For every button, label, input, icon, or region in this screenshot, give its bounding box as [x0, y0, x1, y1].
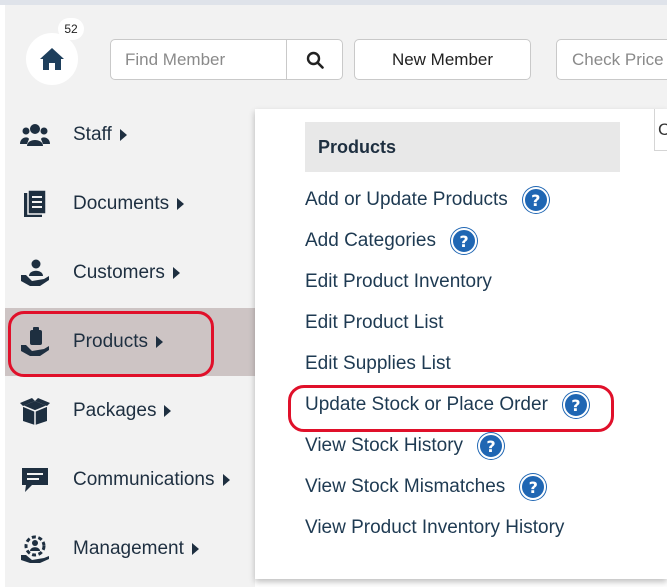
- sidebar-item-label: Management: [73, 538, 184, 559]
- sidebar-item-label: Packages: [73, 400, 157, 421]
- customers-icon: [19, 257, 51, 289]
- menu-item-label: Add Categories: [305, 230, 436, 251]
- caret-right-icon: [222, 473, 230, 486]
- staff-icon: [19, 119, 51, 151]
- sidebar: Staff Documents Customers Products Packa…: [5, 109, 255, 587]
- notification-badge[interactable]: 52: [58, 18, 84, 40]
- sidebar-item-label: Customers: [73, 262, 165, 283]
- products-submenu: Products Add or Update Products ? Add Ca…: [255, 109, 667, 579]
- menu-item-edit-supplies-list[interactable]: Edit Supplies List: [305, 349, 451, 379]
- search-input[interactable]: [111, 40, 285, 79]
- menu-item-view-stock-history[interactable]: View Stock History ?: [305, 431, 505, 461]
- menu-item-label: View Stock Mismatches: [305, 476, 506, 497]
- menu-item-label: Edit Product List: [305, 312, 444, 333]
- new-member-button[interactable]: New Member: [354, 39, 531, 80]
- partial-background-control: C: [654, 109, 667, 151]
- caret-right-icon: [172, 266, 180, 279]
- menu-item-label: Edit Product Inventory: [305, 271, 492, 292]
- sidebar-item-customers[interactable]: Customers: [5, 239, 255, 307]
- caret-right-icon: [191, 542, 199, 555]
- menu-item-add-or-update-products[interactable]: Add or Update Products ?: [305, 185, 549, 215]
- menu-item-edit-product-list[interactable]: Edit Product List: [305, 308, 443, 338]
- menu-item-add-categories[interactable]: Add Categories ?: [305, 226, 477, 256]
- submenu-title: Products: [305, 122, 620, 172]
- help-icon[interactable]: ?: [450, 228, 477, 254]
- sidebar-item-communications[interactable]: Communications: [5, 446, 255, 514]
- sidebar-item-products[interactable]: Products: [5, 308, 255, 376]
- documents-icon: [19, 188, 51, 220]
- sidebar-item-label: Products: [73, 331, 148, 352]
- home-icon: [40, 48, 64, 70]
- help-icon[interactable]: ?: [478, 433, 505, 459]
- sidebar-item-documents[interactable]: Documents: [5, 170, 255, 238]
- sidebar-item-label: Staff: [73, 124, 112, 145]
- sidebar-item-label: Documents: [73, 193, 170, 214]
- products-icon: [19, 326, 51, 358]
- menu-item-label: Edit Supplies List: [305, 353, 451, 374]
- home-button[interactable]: [26, 33, 78, 85]
- menu-item-label: View Stock History: [305, 435, 464, 456]
- sidebar-item-staff[interactable]: Staff: [5, 101, 255, 169]
- help-icon[interactable]: ?: [520, 474, 547, 500]
- caret-right-icon: [177, 197, 185, 210]
- help-icon[interactable]: ?: [522, 187, 549, 213]
- caret-right-icon: [119, 128, 127, 141]
- sidebar-item-label: Communications: [73, 469, 215, 490]
- management-icon: [19, 533, 51, 565]
- communications-icon: [19, 464, 51, 496]
- find-member-search: [110, 39, 343, 80]
- menu-item-view-stock-mismatches[interactable]: View Stock Mismatches ?: [305, 472, 547, 502]
- menu-item-label: Add or Update Products: [305, 189, 508, 210]
- menu-item-view-product-inventory-history[interactable]: View Product Inventory History: [305, 513, 564, 543]
- menu-item-edit-product-inventory[interactable]: Edit Product Inventory: [305, 267, 492, 297]
- sidebar-item-packages[interactable]: Packages: [5, 377, 255, 445]
- menu-item-label: View Product Inventory History: [305, 517, 565, 538]
- menu-item-label: Update Stock or Place Order: [305, 394, 548, 415]
- help-icon[interactable]: ?: [562, 392, 589, 418]
- packages-icon: [19, 395, 51, 427]
- search-icon: [306, 51, 324, 69]
- sidebar-item-management[interactable]: Management: [5, 515, 255, 583]
- menu-item-update-stock-or-place-order[interactable]: Update Stock or Place Order ?: [305, 390, 589, 420]
- search-button[interactable]: [286, 40, 343, 79]
- caret-right-icon: [155, 335, 163, 348]
- check-price-input[interactable]: Check Price: [556, 39, 667, 80]
- caret-right-icon: [164, 404, 172, 417]
